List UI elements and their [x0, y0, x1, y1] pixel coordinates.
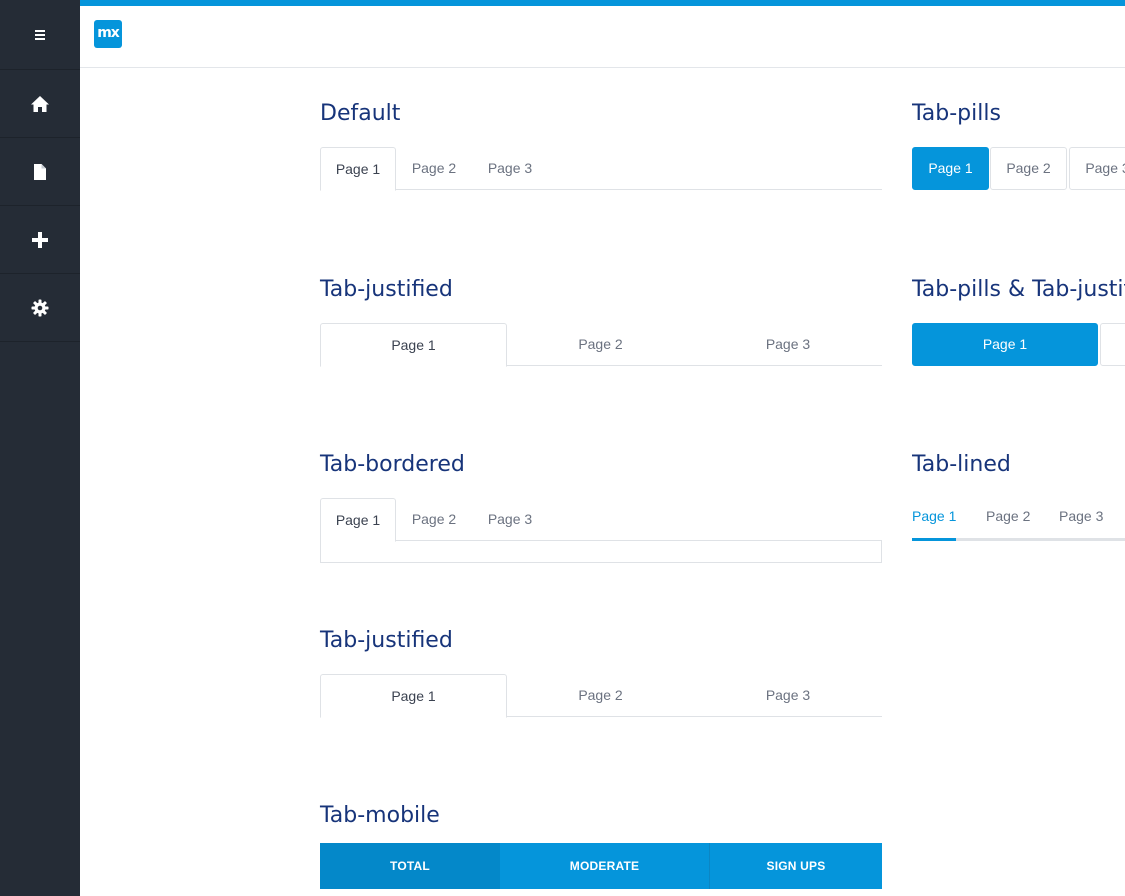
section-title: Default	[320, 101, 401, 126]
pill-next[interactable]	[1100, 323, 1125, 366]
section-tab-mobile: Tab-mobile TOTAL MODERATE SIGN UPS	[320, 801, 882, 889]
tab-bar-bordered: Page 1 Page 2 Page 3	[320, 498, 882, 542]
section-title: Tab-justified	[320, 277, 453, 302]
tab-page-3[interactable]: Page 3	[472, 498, 548, 541]
section-tab-lined: Tab-lined Page 1 Page 2 Page 3	[912, 450, 1125, 550]
tab-page-2[interactable]: Page 2	[396, 147, 472, 190]
tab-sign-ups[interactable]: SIGN UPS	[710, 843, 882, 889]
sidebar-item-add[interactable]	[0, 206, 80, 274]
tab-underline-active	[912, 538, 956, 541]
lined-tab-page-2[interactable]: Page 2	[986, 498, 1030, 534]
menu-icon	[35, 29, 45, 40]
plus-icon	[32, 231, 48, 248]
pill-page-1[interactable]: Page 1	[912, 147, 989, 190]
sidebar-item-pages[interactable]	[0, 138, 80, 206]
page-icon	[34, 163, 46, 180]
section-title: Tab-bordered	[320, 452, 465, 477]
section-title: Tab-justified	[320, 628, 453, 653]
section-tab-pills: Tab-pills Page 1 Page 2 Page 3	[912, 99, 1125, 199]
tab-bar-justified: Page 1 Page 2 Page 3	[320, 674, 882, 718]
lined-tab-page-1[interactable]: Page 1	[912, 498, 956, 534]
mx-logo[interactable]: mx	[94, 20, 122, 48]
tab-bar-mobile: TOTAL MODERATE SIGN UPS	[320, 843, 882, 889]
tab-total[interactable]: TOTAL	[320, 843, 500, 889]
sidebar-item-home[interactable]	[0, 70, 80, 138]
home-icon	[31, 95, 49, 112]
tab-page-1[interactable]: Page 1	[320, 498, 396, 542]
tab-bar-default: Page 1 Page 2 Page 3	[320, 147, 882, 191]
tab-content-panel	[320, 540, 882, 563]
section-tab-justified-2: Tab-justified Page 1 Page 2 Page 3	[320, 626, 882, 718]
sidebar-item-settings[interactable]	[0, 274, 80, 342]
section-title: Tab-pills	[912, 101, 1001, 126]
section-default: Default Page 1 Page 2 Page 3	[320, 99, 882, 191]
tab-bar-justified: Page 1 Page 2 Page 3	[320, 323, 882, 367]
sidebar	[0, 0, 80, 896]
tab-page-2[interactable]: Page 2	[396, 498, 472, 541]
section-title: Tab-mobile	[320, 803, 440, 828]
section-title: Tab-pills & Tab-justified	[912, 277, 1125, 302]
top-bar: mx	[80, 0, 1125, 68]
pill-page-2[interactable]: Page 2	[990, 147, 1067, 190]
tab-page-1[interactable]: Page 1	[320, 147, 396, 191]
section-tab-pills-justified: Tab-pills & Tab-justified Page 1	[912, 275, 1125, 375]
tab-page-2[interactable]: Page 2	[507, 674, 694, 717]
tab-page-2[interactable]: Page 2	[507, 323, 694, 366]
sidebar-menu-toggle[interactable]	[0, 0, 80, 70]
gear-icon	[31, 299, 49, 316]
tab-page-3[interactable]: Page 3	[694, 323, 882, 366]
pill-page-1[interactable]: Page 1	[912, 323, 1098, 366]
pill-page-3[interactable]: Page 3	[1069, 147, 1125, 190]
tab-page-1[interactable]: Page 1	[320, 323, 507, 367]
tab-page-3[interactable]: Page 3	[472, 147, 548, 190]
lined-tab-page-3[interactable]: Page 3	[1059, 498, 1103, 534]
tab-page-1[interactable]: Page 1	[320, 674, 507, 718]
section-tab-bordered: Tab-bordered Page 1 Page 2 Page 3	[320, 450, 882, 563]
tab-page-3[interactable]: Page 3	[694, 674, 882, 717]
section-title: Tab-lined	[912, 452, 1011, 477]
section-tab-justified: Tab-justified Page 1 Page 2 Page 3	[320, 275, 882, 367]
tab-moderate[interactable]: MODERATE	[500, 843, 709, 889]
